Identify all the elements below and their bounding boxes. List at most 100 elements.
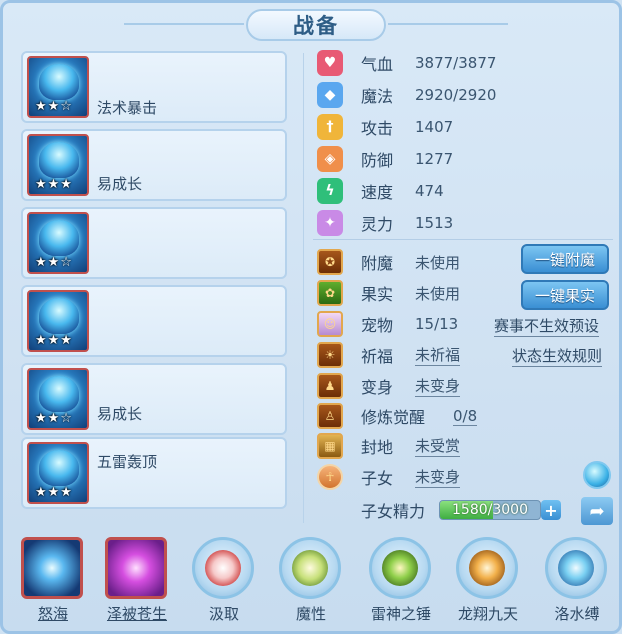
- skill-slot[interactable]: ★★★ 五雷轰顶: [21, 437, 287, 509]
- title-banner: 战备: [124, 9, 508, 41]
- attr-label: 速度: [361, 183, 394, 202]
- skill-icon[interactable]: ★★☆: [27, 368, 89, 430]
- feature-value[interactable]: 未变身: [415, 375, 461, 397]
- lightning-icon: ϟ: [317, 178, 343, 204]
- feature-label: 祈福: [361, 347, 394, 366]
- skill-icon[interactable]: [21, 537, 83, 599]
- essence-label: 子女精力: [361, 502, 426, 521]
- skill-slot[interactable]: ★★☆: [21, 207, 287, 279]
- attr-value: 1513: [415, 214, 454, 232]
- bottom-skill[interactable]: 洛水缚: [541, 533, 613, 633]
- attr-value: 474: [415, 182, 444, 200]
- skill-name: 法术暴击: [97, 99, 158, 117]
- skill-slot[interactable]: ★★★ 易成长: [21, 129, 287, 201]
- feature-children: ☥ 子女 未变身: [317, 464, 461, 490]
- spirit-icon: ✦: [317, 210, 343, 236]
- skill-icon[interactable]: [192, 537, 254, 599]
- skill-slot[interactable]: ★★☆ 法术暴击: [21, 51, 287, 123]
- star-rating: ★★☆: [35, 411, 73, 426]
- attr-label: 灵力: [361, 215, 394, 234]
- battle-prep-panel: 战备 ★★☆ 法术暴击 ★★★ 易成长 ★★☆ ★★★ ★★☆ 易成长 ★★★ …: [0, 0, 622, 634]
- feature-label: 子女: [361, 469, 394, 488]
- bottom-skill-label: 泽被苍生: [106, 605, 167, 623]
- skill-name: 易成长: [97, 405, 143, 423]
- gem-icon[interactable]: [583, 461, 611, 489]
- skill-icon[interactable]: ★★★: [27, 290, 89, 352]
- section-divider: [313, 239, 613, 240]
- skill-icon[interactable]: [279, 537, 341, 599]
- attr-row-speed: ϟ 速度 474: [317, 178, 444, 204]
- feature-value: 未使用: [415, 253, 461, 272]
- bottom-skill[interactable]: 雷神之锤: [365, 533, 437, 633]
- bottom-skill[interactable]: 泽被苍生: [101, 533, 173, 633]
- attr-value: 1277: [415, 150, 454, 168]
- feature-bless: ☀ 祈福 未祈福: [317, 342, 461, 368]
- fief-icon: ▦: [317, 433, 343, 459]
- bottom-skill-label: 怒海: [37, 605, 68, 623]
- fruit-icon: ✿: [317, 280, 343, 306]
- skill-icon[interactable]: ★★☆: [27, 212, 89, 274]
- feature-label: 果实: [361, 285, 394, 304]
- event-preset-link[interactable]: 赛事不生效预设: [494, 315, 600, 337]
- skill-icon[interactable]: [105, 537, 167, 599]
- children-icon: ☥: [317, 464, 343, 490]
- feature-fruit: ✿ 果实 未使用: [317, 280, 460, 306]
- feature-value[interactable]: 未变身: [415, 466, 461, 488]
- bottom-skill-label: 洛水缚: [554, 605, 600, 623]
- skill-slot[interactable]: ★★☆ 易成长: [21, 363, 287, 435]
- bottom-skill[interactable]: 汲取: [188, 533, 260, 633]
- bottom-skill-label: 汲取: [208, 605, 239, 623]
- feature-enchant: ✪ 附魔 未使用: [317, 249, 460, 275]
- attr-label: 魔法: [361, 87, 394, 106]
- bottom-skill[interactable]: 龙翔九天: [452, 533, 524, 633]
- skill-icon[interactable]: ★★☆: [27, 56, 89, 118]
- feature-fief: ▦ 封地 未受赏: [317, 433, 461, 459]
- one-click-fruit-button[interactable]: 一键果实: [521, 280, 609, 310]
- star-rating: ★★☆: [35, 255, 73, 270]
- cultivation-icon: ♙: [317, 403, 343, 429]
- skill-icon[interactable]: ★★★: [27, 134, 89, 196]
- skill-icon[interactable]: [545, 537, 607, 599]
- essence-bar: 1580/3000: [439, 500, 541, 520]
- status-rule-link[interactable]: 状态生效规则: [512, 345, 603, 367]
- star-rating: ★★★: [35, 485, 73, 500]
- pet-icon: ☺: [317, 311, 343, 337]
- feature-value: 15/13: [415, 315, 459, 333]
- feature-value[interactable]: 0/8: [453, 407, 478, 426]
- enchant-icon: ✪: [317, 249, 343, 275]
- one-click-enchant-button[interactable]: 一键附魔: [521, 244, 609, 274]
- shield-icon: ◈: [317, 146, 343, 172]
- skill-slot[interactable]: ★★★: [21, 285, 287, 357]
- transform-icon: ♟: [317, 373, 343, 399]
- bless-icon: ☀: [317, 342, 343, 368]
- skill-icon[interactable]: [456, 537, 518, 599]
- attr-row-spirit: ✦ 灵力 1513: [317, 210, 453, 236]
- feature-transform: ♟ 变身 未变身: [317, 373, 461, 399]
- attr-row-defense: ◈ 防御 1277: [317, 146, 453, 172]
- vertical-divider: [303, 53, 304, 523]
- essence-value: 1580/3000: [452, 502, 528, 518]
- attr-value: 3877/3877: [415, 54, 497, 72]
- feature-label: 附魔: [361, 254, 394, 273]
- feature-cultivation: ♙ 修炼觉醒 0/8: [317, 403, 478, 429]
- skill-name: 五雷轰顶: [97, 453, 158, 471]
- share-icon[interactable]: ➦: [581, 497, 613, 525]
- attr-label: 气血: [361, 55, 394, 74]
- attr-row-mp: ◆ 魔法 2920/2920: [317, 82, 496, 108]
- feature-label: 宠物: [361, 316, 394, 335]
- attr-label: 攻击: [361, 119, 394, 138]
- star-rating: ★★★: [35, 333, 73, 348]
- skill-icon[interactable]: ★★★: [27, 442, 89, 504]
- skill-name: 易成长: [97, 175, 143, 193]
- bottom-skill[interactable]: 怒海: [17, 533, 89, 633]
- attr-label: 防御: [361, 151, 394, 170]
- feature-value[interactable]: 未受赏: [415, 435, 461, 457]
- bottom-skill[interactable]: 魔性: [275, 533, 347, 633]
- skill-icon[interactable]: [369, 537, 431, 599]
- add-essence-button[interactable]: +: [541, 500, 561, 520]
- feature-value[interactable]: 未祈福: [415, 344, 461, 366]
- bottom-skill-label: 龙翔九天: [457, 605, 518, 623]
- feature-label: 修炼觉醒: [361, 408, 426, 427]
- star-rating: ★★★: [35, 177, 73, 192]
- feature-label: 封地: [361, 438, 394, 457]
